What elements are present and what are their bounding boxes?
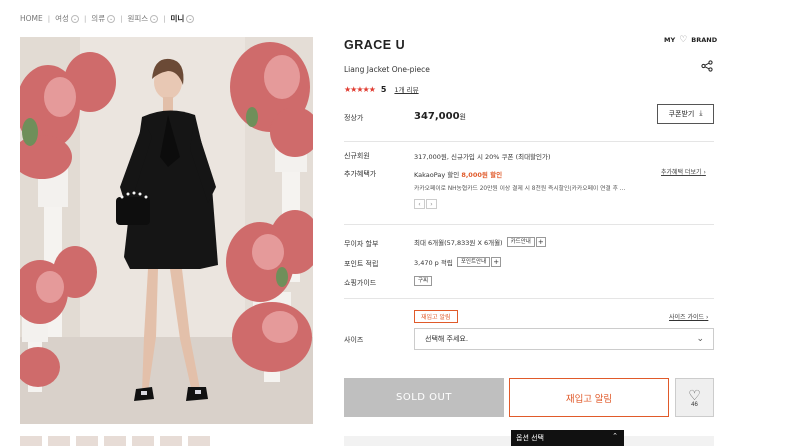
- kakao-pay-discount: KakaoPay 할인 8,000원 할인: [414, 169, 502, 179]
- breadcrumb-mini-label[interactable]: 미니: [171, 13, 185, 24]
- shopping-guide-tag[interactable]: 구찌: [414, 276, 433, 286]
- card-guide-button[interactable]: 카드안내: [506, 237, 535, 247]
- extra-benefit-label: 추가혜택가: [344, 170, 377, 178]
- price-label: 정상가: [344, 114, 364, 122]
- more-benefits-link[interactable]: 추가혜택 더보기 ›: [661, 167, 706, 176]
- breadcrumb-separator: |: [163, 14, 166, 23]
- thumbnail[interactable]: [160, 436, 182, 446]
- shopping-guide-label: 쇼핑가이드: [344, 279, 377, 287]
- thumbnail[interactable]: [132, 436, 154, 446]
- breadcrumb-women[interactable]: 여성 ⌄: [55, 13, 79, 24]
- points-text: 3,470 p 적립: [414, 259, 453, 267]
- product-photo: [20, 37, 313, 424]
- wishlist-count: 46: [691, 401, 698, 408]
- size-select[interactable]: 선택해 주세요. ⌄: [414, 328, 714, 350]
- divider: [344, 298, 714, 299]
- thumbnail-strip: [20, 436, 210, 446]
- thumbnail[interactable]: [104, 436, 126, 446]
- chevron-down-icon[interactable]: ⌄: [70, 14, 79, 23]
- size-guide-label[interactable]: 사이즈 가이드: [669, 314, 704, 321]
- product-main-image[interactable]: [20, 37, 313, 424]
- price-value: 347,000원: [414, 111, 466, 122]
- installment-row: 최대 6개월(57,833원 X 6개월) 카드안내 +: [414, 237, 546, 247]
- price-amount: 347,000: [414, 111, 460, 122]
- option-select-label: 옵션 선택: [516, 434, 544, 442]
- breadcrumb-dress-label[interactable]: 원피스: [127, 13, 148, 24]
- divider: [344, 224, 714, 225]
- chevron-up-icon: ⌃: [612, 432, 618, 440]
- points-row: 3,470 p 적립 포인트안내 +: [414, 257, 502, 267]
- review-count-link[interactable]: 1개 리뷰: [394, 84, 418, 94]
- plus-icon[interactable]: +: [535, 237, 546, 247]
- my-label: MY: [664, 36, 676, 44]
- benefit-pager: ‹ ›: [414, 199, 437, 209]
- thumbnail[interactable]: [76, 436, 98, 446]
- kakao-pay-detail: 카카오페이로 NH농협카드 20만원 이상 결제 시 8천원 즉시할인(카카오페…: [414, 186, 626, 192]
- size-guide-link[interactable]: 사이즈 가이드 ›: [669, 312, 708, 321]
- heart-icon: ♡: [688, 386, 701, 403]
- option-select-tab[interactable]: 옵션 선택 ⌃: [511, 430, 624, 446]
- size-label: 사이즈: [344, 336, 364, 344]
- download-icon: ⤓: [699, 110, 703, 117]
- chevron-right-icon[interactable]: ›: [426, 199, 437, 209]
- product-subtitle: Liang Jacket One-piece: [344, 65, 430, 74]
- points-guide-button[interactable]: 포인트안내: [456, 257, 491, 267]
- shopping-guide-row: 구찌: [414, 276, 433, 286]
- thumbnail[interactable]: [48, 436, 70, 446]
- price-unit: 원: [459, 113, 466, 121]
- installment-label: 무이자 할부: [344, 240, 379, 248]
- more-benefits-label[interactable]: 추가혜택 더보기: [661, 169, 702, 176]
- breadcrumb-separator: |: [120, 14, 123, 23]
- new-member-text: 317,000원, 신규가입 시 20% 쿠폰 (최대할인가): [414, 153, 551, 161]
- rating-score: 5: [380, 84, 387, 94]
- brand-label: BRAND: [691, 36, 718, 44]
- chevron-left-icon[interactable]: ‹: [414, 199, 425, 209]
- thumbnail[interactable]: [20, 436, 42, 446]
- kakao-pay-amount: 8,000원 할인: [461, 171, 503, 179]
- share-icon[interactable]: [701, 60, 713, 72]
- breadcrumb-mini[interactable]: 미니 ⌄: [171, 13, 195, 24]
- kakao-pay-prefix: KakaoPay 할인: [414, 171, 460, 179]
- chevron-down-icon[interactable]: ⌄: [107, 14, 116, 23]
- rating: ★★★★★ 5 1개 리뷰: [344, 84, 419, 95]
- breadcrumb-clothing[interactable]: 의류 ⌄: [91, 13, 116, 24]
- restock-badge: 재입고 알림: [414, 310, 458, 323]
- points-label: 포인트 적립: [344, 260, 379, 268]
- my-brand-toggle[interactable]: MY ♡ BRAND: [664, 35, 717, 45]
- chevron-down-icon[interactable]: ⌄: [150, 14, 159, 23]
- breadcrumb-dress[interactable]: 원피스 ⌄: [127, 13, 159, 24]
- breadcrumb: HOME | 여성 ⌄ | 의류 ⌄ | 원피스 ⌄ | 미니 ⌄: [20, 13, 195, 24]
- installment-text: 최대 6개월(57,833원 X 6개월): [414, 239, 503, 247]
- chevron-down-icon[interactable]: ⌄: [186, 14, 195, 23]
- breadcrumb-separator: |: [47, 14, 51, 23]
- coupon-button-label: 쿠폰받기: [668, 111, 695, 118]
- product-title: GRACE U: [344, 38, 406, 52]
- star-rating-icon: ★★★★★: [344, 84, 376, 94]
- breadcrumb-home[interactable]: HOME: [20, 14, 43, 23]
- thumbnail[interactable]: [188, 436, 210, 446]
- coupon-button[interactable]: 쿠폰받기 ⤓: [657, 104, 714, 124]
- chevron-down-icon: ⌄: [696, 334, 704, 344]
- size-select-placeholder: 선택해 주세요.: [425, 335, 469, 343]
- heart-icon[interactable]: ♡: [679, 35, 687, 45]
- breadcrumb-home-label[interactable]: HOME: [20, 14, 43, 23]
- breadcrumb-clothing-label[interactable]: 의류: [91, 13, 105, 24]
- breadcrumb-separator: |: [83, 14, 87, 23]
- restock-alert-button[interactable]: 재입고 알림: [509, 378, 669, 417]
- divider: [344, 141, 714, 142]
- plus-icon[interactable]: +: [491, 257, 502, 267]
- new-member-label: 신규회원: [344, 152, 370, 160]
- sold-out-button: SOLD OUT: [344, 378, 504, 417]
- wishlist-button[interactable]: ♡ 46: [675, 378, 714, 417]
- breadcrumb-women-label[interactable]: 여성: [55, 13, 69, 24]
